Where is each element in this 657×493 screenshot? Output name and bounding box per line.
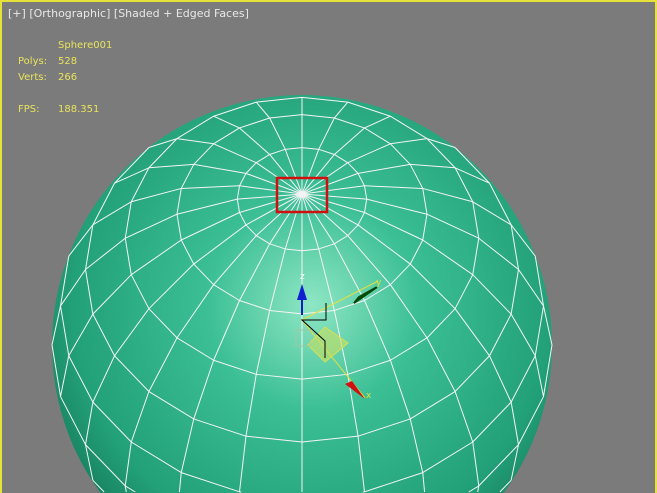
fps-label: FPS: [18,104,40,115]
view-mode-button[interactable]: [Orthographic] [29,7,110,20]
scene-canvas[interactable]: z y x [0,0,657,493]
x-axis-label: x [366,391,372,401]
fps-value: 188.351 [58,104,100,115]
y-axis-label: y [376,278,382,288]
viewport-label: [+] [Orthographic] [Shaded + Edged Faces… [8,7,249,20]
z-axis-label: z [300,272,305,282]
verts-value: 266 [58,72,78,83]
shading-mode-button[interactable]: [Shaded + Edged Faces] [114,7,249,20]
viewport-orthographic[interactable]: z y x [+] [Orthographic] [Shaded + Edged… [0,0,657,493]
verts-label: Verts: [18,72,47,83]
polys-label: Polys: [18,56,48,67]
polys-value: 528 [58,56,78,67]
viewport-menu-button[interactable]: [+] [8,7,26,20]
object-name: Sphere001 [58,40,113,51]
